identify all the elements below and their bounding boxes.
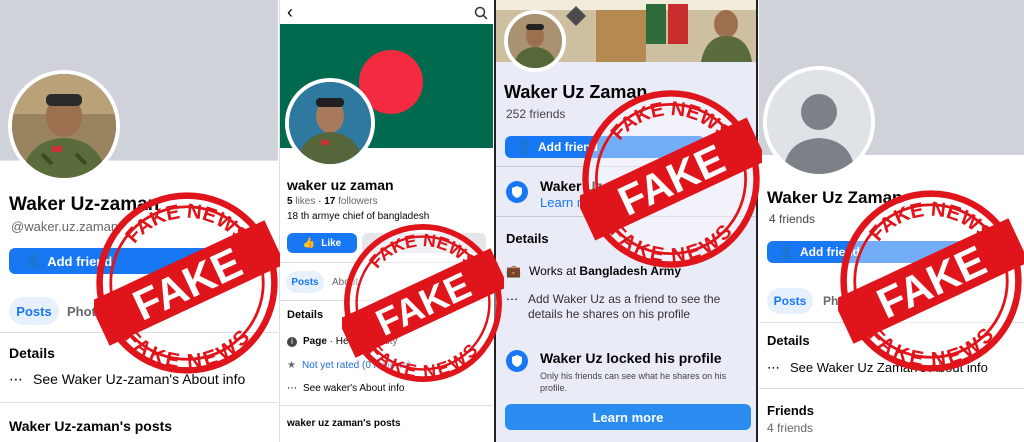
tab-about[interactable]: About xyxy=(332,277,358,288)
profile-name: waker uz zaman xyxy=(287,177,394,193)
shield-icon xyxy=(506,350,528,372)
details-heading: Details xyxy=(9,345,55,361)
details-heading: Details xyxy=(287,309,324,321)
search-icon[interactable] xyxy=(474,6,488,20)
stats-row: 5 likes · 17 followers xyxy=(287,196,378,207)
see-about-row[interactable]: ⋯ See waker's About info xyxy=(287,383,404,394)
learn-more-button[interactable]: Learn more xyxy=(505,404,751,430)
ellipsis-icon: ⋯ xyxy=(767,360,780,375)
tab-photos[interactable]: Photos xyxy=(67,304,111,319)
avatar[interactable] xyxy=(504,10,566,72)
friends-heading: Friends xyxy=(767,403,814,418)
message-button[interactable] xyxy=(362,233,486,253)
posts-heading: waker uz zaman's posts xyxy=(287,418,401,429)
ellipsis-icon: ⋯ xyxy=(9,371,23,387)
details-heading: Details xyxy=(767,333,810,348)
tab-photos[interactable]: Photos xyxy=(823,294,864,308)
add-friend-icon: 👤 xyxy=(517,140,532,154)
avatar[interactable] xyxy=(285,78,375,168)
ellipsis-icon: ⋯ xyxy=(506,292,518,306)
star-icon: ★ xyxy=(287,360,296,371)
friends-count: 252 friends xyxy=(506,107,566,121)
tab-posts[interactable]: Posts xyxy=(286,271,324,293)
add-friend-button[interactable]: 👤 Add friend xyxy=(9,248,249,274)
bio: 18 th armye chief of bangladesh xyxy=(287,211,430,222)
briefcase-icon: 💼 xyxy=(506,264,521,278)
works-at-row: 💼 Works at Bangladesh Army xyxy=(506,264,682,278)
like-button[interactable]: 👍 Like xyxy=(287,233,357,253)
locked-body: Only his friends can see what he shares … xyxy=(540,371,727,393)
tab-posts[interactable]: Posts xyxy=(767,288,813,314)
avatar[interactable] xyxy=(8,70,120,182)
add-friend-button[interactable]: 👤 Add friend xyxy=(505,136,705,158)
friends-count: 4 friends xyxy=(769,212,816,226)
profile-name: Waker Uz-zaman xyxy=(9,194,160,215)
profile-panel-3: Waker Uz Zaman 252 friends 👤 Add friend W… xyxy=(494,0,758,442)
ellipsis-icon: ⋯ xyxy=(287,383,297,394)
profile-name: Waker Uz Zaman xyxy=(767,188,903,207)
learn-more-link[interactable]: Learn more xyxy=(540,195,606,210)
back-arrow-icon[interactable]: ‹ xyxy=(287,2,293,23)
see-about-row[interactable]: ⋯ See Waker Uz Zaman's About info xyxy=(767,360,988,376)
profile-panel-1: Waker Uz-zaman @waker.uz.zaman 👤 Add fri… xyxy=(0,0,278,442)
page-category-row: i Page · Health/beauty xyxy=(287,336,398,347)
add-friend-icon: 👤 xyxy=(779,245,794,259)
default-avatar-icon[interactable] xyxy=(763,66,875,178)
add-friend-button[interactable]: 👤 Add friend xyxy=(767,241,967,263)
profile-name: Waker Uz Zaman xyxy=(504,82,648,102)
locked-title: Waker Uz locked his profile xyxy=(540,350,722,366)
info-icon: i xyxy=(287,337,297,347)
lock-notice-name: Waker Uz xyxy=(540,178,603,194)
posts-heading: Waker Uz-zaman's posts xyxy=(9,418,173,434)
rating-row[interactable]: ★ Not yet rated (0 reviews) xyxy=(287,360,411,371)
friends-subcount: 4 friends xyxy=(767,421,814,435)
username: @waker.uz.zaman xyxy=(11,219,119,234)
profile-panel-4: Waker Uz Zaman 4 friends 👤 Add friend Pos… xyxy=(759,0,1024,442)
tab-posts[interactable]: Posts xyxy=(9,297,59,325)
see-about-row[interactable]: ⋯ See Waker Uz-zaman's About info xyxy=(9,371,245,388)
profile-panel-2: ‹ waker uz zaman 5 likes · 17 followers … xyxy=(279,0,493,442)
add-friend-info: Add Waker Uz as a friend to see the deta… xyxy=(528,292,721,321)
thumbs-up-icon: 👍 xyxy=(302,237,316,249)
details-heading: Details xyxy=(506,231,549,246)
shield-icon xyxy=(506,181,528,203)
add-friend-icon: 👤 xyxy=(25,253,42,268)
